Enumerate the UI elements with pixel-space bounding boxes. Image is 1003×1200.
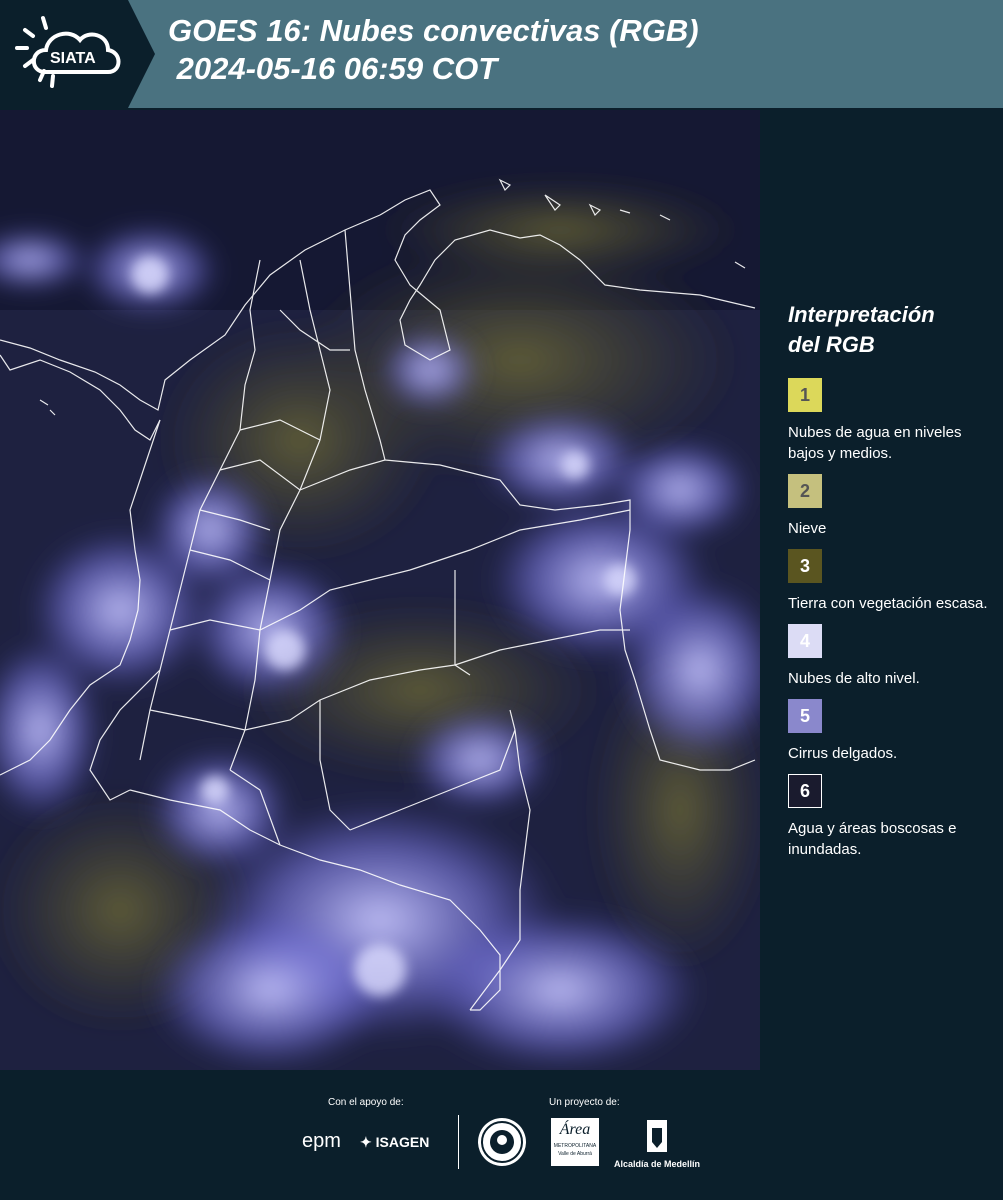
legend-item: 6 Agua y áreas boscosas e inundadas. <box>788 774 988 860</box>
alcaldia-logo[interactable]: Alcaldía de Medellín <box>612 1118 702 1174</box>
title-line-2: 2024-05-16 06:59 COT <box>168 51 498 86</box>
isagen-text: ISAGEN <box>375 1134 430 1150</box>
medellin-seal-logo[interactable] <box>478 1118 526 1166</box>
support-label: Con el apoyo de: <box>328 1097 404 1108</box>
alcaldia-text: Alcaldía de Medellín <box>613 1159 701 1169</box>
legend-label: Agua y áreas boscosas e inundadas. <box>788 820 957 858</box>
isagen-icon: ✦ <box>360 1134 372 1150</box>
area-metropolitana-logo[interactable]: Área METROPOLITANA Valle de Aburrá <box>551 1118 599 1166</box>
isagen-logo[interactable]: ✦ ISAGEN <box>360 1134 429 1151</box>
project-label: Un proyecto de: <box>549 1097 620 1108</box>
satellite-map[interactable] <box>0 110 760 1070</box>
area-sub1: METROPOLITANA <box>553 1143 597 1149</box>
coat-of-arms-icon <box>647 1120 667 1152</box>
legend-label: Nubes de alto nivel. <box>788 670 920 687</box>
legend-item: 3 Tierra con vegetación escasa. <box>788 549 988 614</box>
footer: Con el apoyo de: Un proyecto de: epm ✦ I… <box>0 1070 1003 1200</box>
legend-title-line-2: del RGB <box>788 332 875 357</box>
page-title: GOES 16: Nubes convectivas (RGB) 2024-05… <box>168 12 699 88</box>
legend-item: 2 Nieve <box>788 474 988 539</box>
area-sub2: Valle de Aburrá <box>558 1151 592 1157</box>
legend-swatch: 2 <box>788 474 822 508</box>
legend-title: Interpretación del RGB <box>788 300 988 360</box>
legend-item: 4 Nubes de alto nivel. <box>788 624 988 689</box>
logo-text: SIATA <box>50 50 96 67</box>
rgb-legend: Interpretación del RGB 1 Nubes de agua e… <box>788 300 988 870</box>
header-bar: SIATA GOES 16: Nubes convectivas (RGB) 2… <box>0 0 1003 108</box>
legend-label: Nubes de agua en niveles bajos y medios. <box>788 424 962 462</box>
legend-swatch: 5 <box>788 699 822 733</box>
legend-swatch: 1 <box>788 378 822 412</box>
legend-swatch: 4 <box>788 624 822 658</box>
legend-swatch: 6 <box>788 774 822 808</box>
seal-icon <box>481 1121 523 1163</box>
legend-label: Cirrus delgados. <box>788 745 898 762</box>
epm-text: epm <box>302 1130 341 1152</box>
divider <box>458 1115 459 1169</box>
title-line-1: GOES 16: Nubes convectivas (RGB) <box>168 13 699 48</box>
area-word: Área <box>559 1121 591 1138</box>
legend-label: Tierra con vegetación escasa. <box>788 595 988 612</box>
legend-item: 1 Nubes de agua en niveles bajos y medio… <box>788 378 988 464</box>
legend-label: Nieve <box>788 520 827 537</box>
siata-logo: SIATA <box>0 0 155 108</box>
legend-title-line-1: Interpretación <box>788 302 935 327</box>
legend-swatch: 3 <box>788 549 822 583</box>
legend-item: 5 Cirrus delgados. <box>788 699 988 764</box>
epm-logo[interactable]: epm <box>302 1130 341 1153</box>
